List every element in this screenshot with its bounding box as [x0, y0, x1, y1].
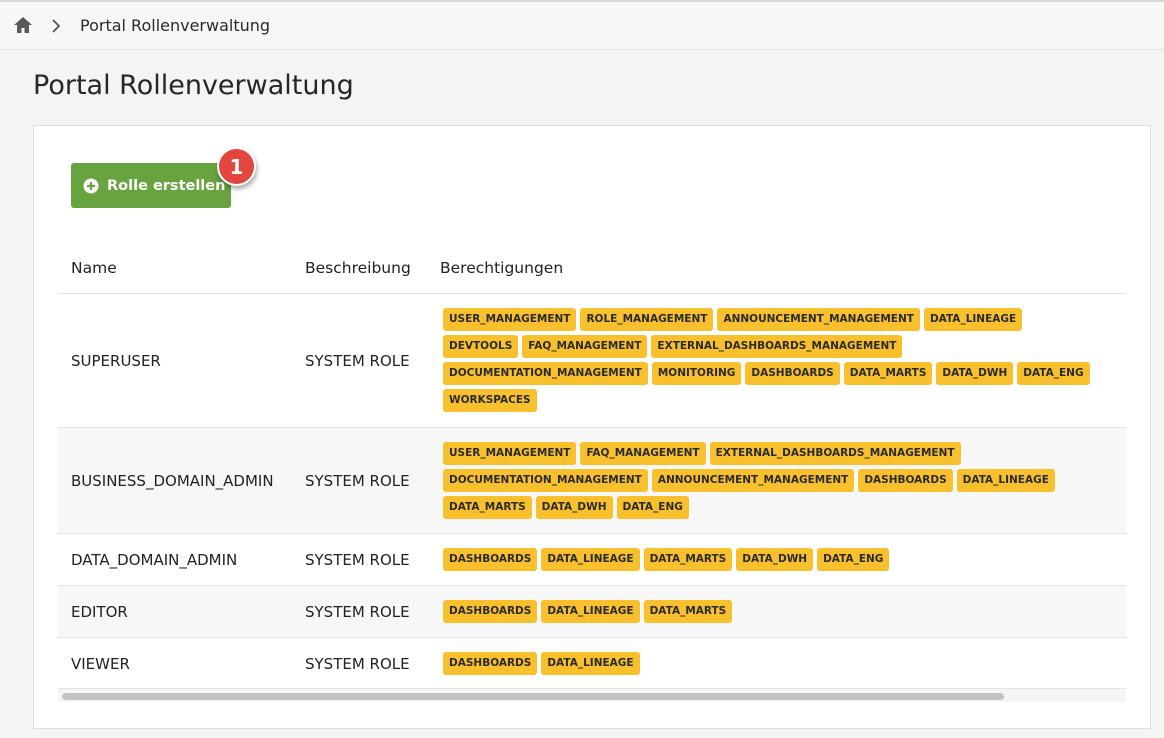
permission-tag: DATA_ENG: [616, 496, 689, 519]
role-name: SUPERUSER: [71, 351, 161, 370]
permission-tag: MONITORING: [651, 362, 742, 385]
permission-tag: USER_MANAGEMENT: [443, 442, 577, 465]
column-header-description[interactable]: Beschreibung: [305, 259, 411, 277]
permission-tag: DATA_ENG: [1017, 362, 1090, 385]
role-name: EDITOR: [71, 602, 128, 621]
home-icon[interactable]: [13, 16, 33, 34]
permission-tag: DASHBOARDS: [745, 362, 840, 385]
column-header-permissions[interactable]: Berechtigungen: [440, 259, 563, 277]
permission-tag: EXTERNAL_DASHBOARDS_MANAGEMENT: [709, 442, 961, 465]
permission-tag: EXTERNAL_DASHBOARDS_MANAGEMENT: [651, 335, 903, 358]
permission-tag: DATA_LINEAGE: [956, 469, 1055, 492]
table-row[interactable]: BUSINESS_DOMAIN_ADMIN SYSTEM ROLE USER_MAN…: [58, 427, 1126, 533]
permission-list: DASHBOARDS DATA_LINEAGE DATA_MARTS: [443, 600, 1093, 623]
breadcrumb-current: Portal Rollenverwaltung: [80, 16, 271, 35]
permission-list: USER_MANAGEMENT ROLE_MANAGEMENT ANNOUNCEME…: [443, 308, 1093, 412]
permission-tag: DATA_DWH: [936, 362, 1014, 385]
notification-badge: 1: [217, 147, 256, 186]
column-header-name[interactable]: Name: [71, 259, 117, 277]
create-role-label: Rolle erstellen: [107, 177, 226, 194]
role-name: BUSINESS_DOMAIN_ADMIN: [71, 471, 274, 490]
permission-tag: DATA_MARTS: [843, 362, 933, 385]
permission-tag: DATA_MARTS: [643, 548, 733, 571]
page-title: Portal Rollenverwaltung: [33, 70, 354, 101]
role-name: VIEWER: [71, 654, 130, 673]
permission-tag: DOCUMENTATION_MANAGEMENT: [443, 362, 648, 385]
breadcrumb: Portal Rollenverwaltung: [0, 0, 1164, 50]
table-row[interactable]: EDITOR SYSTEM ROLE DASHBOARDS DATA_LINEAGE D…: [58, 585, 1126, 637]
permission-tag: FAQ_MANAGEMENT: [522, 335, 648, 358]
role-name: DATA_DOMAIN_ADMIN: [71, 550, 238, 569]
permission-tag: DASHBOARDS: [443, 548, 538, 571]
role-description: SYSTEM ROLE: [305, 602, 410, 621]
roles-card: Rolle erstellen 1 Name Beschreibung Bere…: [33, 125, 1151, 729]
role-description: SYSTEM ROLE: [305, 654, 410, 673]
permission-tag: ANNOUNCEMENT_MANAGEMENT: [651, 469, 855, 492]
permission-tag: ANNOUNCEMENT_MANAGEMENT: [717, 308, 920, 331]
permission-tag: DATA_LINEAGE: [541, 600, 640, 623]
permission-tag: DEVTOOLS: [443, 335, 519, 358]
permission-tag: DASHBOARDS: [443, 652, 538, 675]
permission-tag: USER_MANAGEMENT: [443, 308, 577, 331]
permission-tag: ROLE_MANAGEMENT: [580, 308, 714, 331]
permission-list: USER_MANAGEMENT FAQ_MANAGEMENT EXTERNAL_DA…: [443, 442, 1093, 519]
table-row[interactable]: VIEWER SYSTEM ROLE DASHBOARDS DATA_LINEAGE: [58, 637, 1126, 689]
scrollbar-thumb[interactable]: [62, 693, 1004, 700]
chevron-right-icon: [52, 19, 61, 33]
plus-circle-icon: [83, 178, 99, 193]
permission-tag: DATA_DWH: [736, 548, 814, 571]
permission-tag: DATA_LINEAGE: [541, 548, 640, 571]
permission-list: DASHBOARDS DATA_LINEAGE DATA_MARTS DATA_DWH…: [443, 548, 1093, 571]
permission-tag: DASHBOARDS: [858, 469, 953, 492]
permission-tag: DASHBOARDS: [443, 600, 538, 623]
table-row[interactable]: SUPERUSER SYSTEM ROLE USER_MANAGEMENT ROLE_…: [58, 293, 1126, 427]
permission-tag: DOCUMENTATION_MANAGEMENT: [443, 469, 648, 492]
permission-tag: DATA_MARTS: [443, 496, 532, 519]
permission-tag: DATA_ENG: [817, 548, 890, 571]
permission-tag: DATA_LINEAGE: [541, 652, 640, 675]
permission-list: DASHBOARDS DATA_LINEAGE: [443, 652, 1093, 675]
permission-tag: FAQ_MANAGEMENT: [580, 442, 706, 465]
permission-tag: DATA_DWH: [535, 496, 613, 519]
permission-tag: DATA_LINEAGE: [923, 308, 1023, 331]
permission-tag: WORKSPACES: [443, 389, 537, 412]
role-description: SYSTEM ROLE: [305, 351, 410, 370]
horizontal-scrollbar[interactable]: [58, 688, 1126, 702]
permission-tag: DATA_MARTS: [643, 600, 733, 623]
role-description: SYSTEM ROLE: [305, 550, 410, 569]
role-description: SYSTEM ROLE: [305, 471, 410, 490]
table-row[interactable]: DATA_DOMAIN_ADMIN SYSTEM ROLE DASHBOARDS DA…: [58, 533, 1126, 585]
create-role-button[interactable]: Rolle erstellen: [71, 163, 231, 208]
